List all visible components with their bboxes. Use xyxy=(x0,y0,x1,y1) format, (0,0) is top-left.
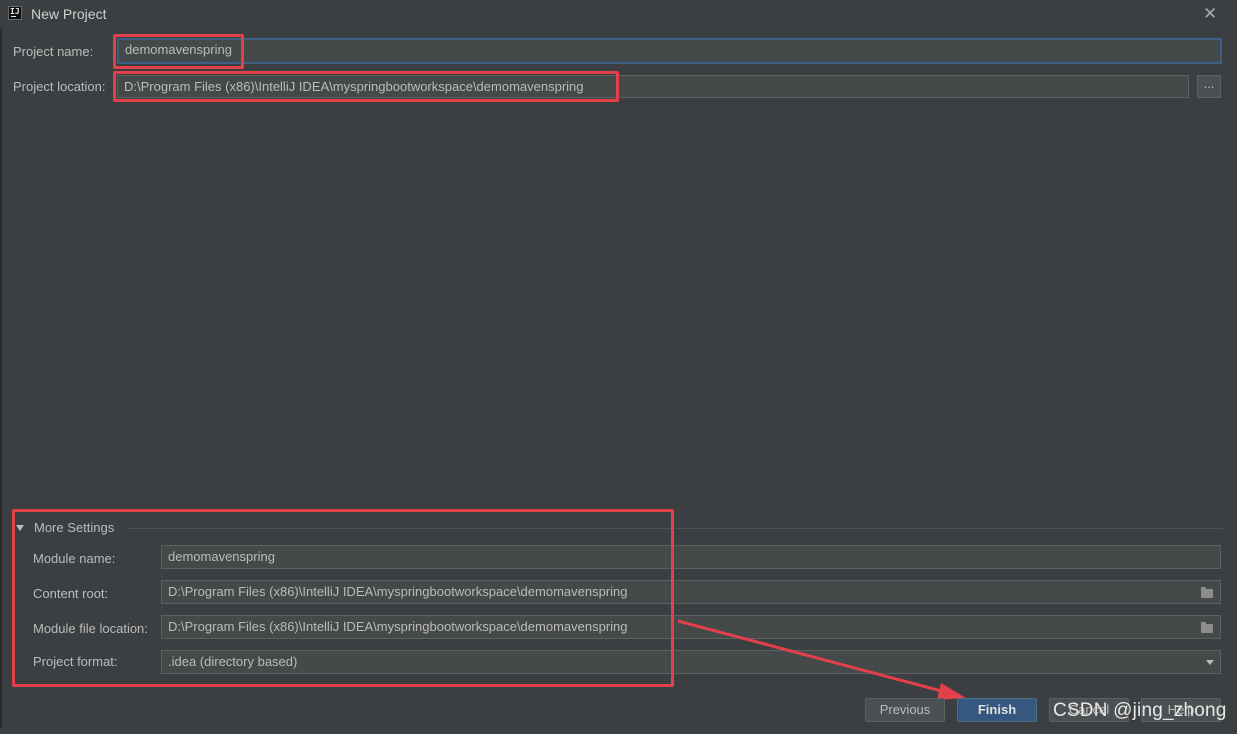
annotation-arrow-line xyxy=(677,619,946,694)
csdn-watermark: CSDN @jing_zhong xyxy=(1053,700,1227,721)
previous-button[interactable]: Previous xyxy=(865,698,945,722)
annotation-arrow xyxy=(677,619,966,700)
finish-button[interactable]: Finish xyxy=(957,698,1037,722)
